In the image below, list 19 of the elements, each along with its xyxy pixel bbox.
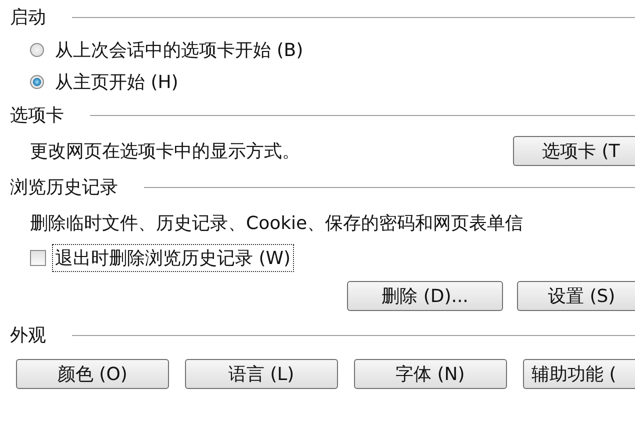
section-title: 启动 xyxy=(10,6,46,29)
dialog-button[interactable]: 字体 (N) xyxy=(354,359,507,389)
tabs-button[interactable]: 选项卡 (T xyxy=(513,136,635,166)
radio-button[interactable] xyxy=(30,43,44,57)
dialog-button[interactable]: 语言 (L) xyxy=(184,359,338,389)
radio-button[interactable] xyxy=(30,75,44,89)
radio-label[interactable]: 从上次会话中的选项卡开始 (B) xyxy=(52,36,306,64)
dialog-button[interactable]: 辅助功能 ( xyxy=(522,359,635,389)
checkbox-label[interactable]: 退出时删除浏览历史记录 (W) xyxy=(52,244,294,272)
section-title: 选项卡 xyxy=(10,104,64,127)
description-text: 更改网页在选项卡中的显示方式。 xyxy=(29,140,300,163)
description-text: 删除临时文件、历史记录、Cookie、保存的密码和网页表单信 xyxy=(29,212,524,235)
dialog-button[interactable]: 颜色 (O) xyxy=(16,359,169,389)
section-title: 浏览历史记录 xyxy=(10,176,118,199)
section-title: 外观 xyxy=(10,324,46,347)
checkbox[interactable] xyxy=(30,250,46,266)
dialog-button[interactable]: 删除 (D)... xyxy=(347,281,503,311)
dialog-button[interactable]: 设置 (S) xyxy=(517,281,635,311)
radio-label[interactable]: 从主页开始 (H) xyxy=(52,68,182,96)
